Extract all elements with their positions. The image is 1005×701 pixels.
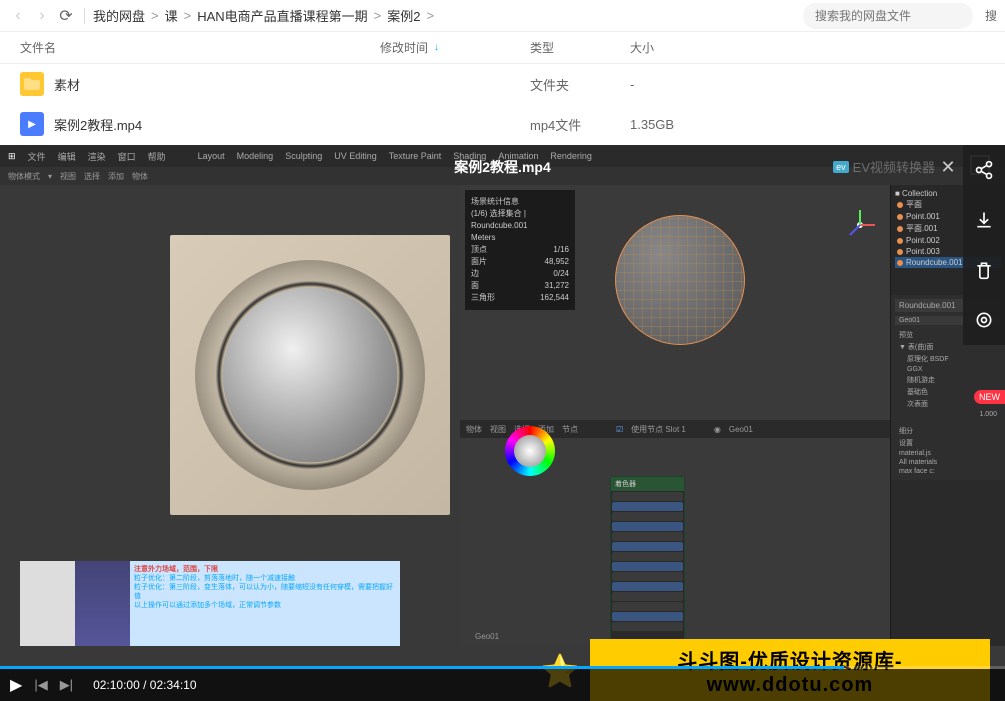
next-button-icon[interactable]: ▶| <box>60 677 73 693</box>
render-preview <box>170 235 450 515</box>
new-badge: NEW <box>974 390 1005 404</box>
tab-item: Modeling <box>237 151 274 161</box>
current-time: 02:10:00 <box>93 678 140 692</box>
node-header: 着色器 <box>611 477 684 491</box>
share-icon[interactable] <box>963 145 1005 195</box>
nav-forward-icon[interactable]: › <box>32 6 52 26</box>
breadcrumb-sep-icon: > <box>427 8 435 23</box>
video-file-icon: ▶ <box>20 112 44 136</box>
refresh-icon[interactable]: ⟳ <box>56 6 76 26</box>
divider <box>84 8 85 24</box>
col-size-header[interactable]: 大小 <box>630 39 1005 56</box>
video-title: 案例2教程.mp4 <box>454 157 550 177</box>
menu-item: 窗口 <box>118 150 136 163</box>
play-button-icon[interactable]: ▶ <box>10 675 22 695</box>
file-type: mp4文件 <box>530 115 630 134</box>
col-time-label: 修改时间 <box>380 39 428 56</box>
prev-button-icon[interactable]: |◀ <box>34 677 47 693</box>
ring-inner <box>223 288 398 463</box>
breadcrumb: 我的网盘 > 课 > HAN电商产品直播课程第一期 > 案例2 > <box>93 6 799 25</box>
breadcrumb-item[interactable]: 我的网盘 <box>93 6 145 25</box>
col-type-header[interactable]: 类型 <box>530 39 630 56</box>
player-controls: ▶ |◀ ▶| 02:10:00 / 02:34:10 <box>0 669 1005 701</box>
wireframe-overlay <box>616 216 744 344</box>
file-size: 1.35GB <box>630 117 1005 132</box>
tab-item: Sculpting <box>285 151 322 161</box>
side-actions <box>963 145 1005 345</box>
delete-icon[interactable] <box>963 245 1005 295</box>
tab-item: Layout <box>198 151 225 161</box>
time-display: 02:10:00 / 02:34:10 <box>93 678 196 692</box>
close-icon[interactable]: ✕ <box>936 155 960 179</box>
viewport-panel: 场景统计信息 (1/6) 选择集合 | Roundcube.001 Meters… <box>460 185 890 646</box>
ring-render <box>195 260 425 490</box>
tab-item: Texture Paint <box>389 151 442 161</box>
tab-item: Rendering <box>550 151 592 161</box>
thumb-notes: 注意外力场域，范围，下限 粒子优化：第二阶段，剪落落地时，随一个减速接触 粒子优… <box>130 561 400 646</box>
menu-item: 渲染 <box>88 150 106 163</box>
axis-gizmo-icon <box>840 205 880 245</box>
menu-item: 编辑 <box>58 150 76 163</box>
material-label: Geo01 <box>475 632 499 641</box>
file-size: - <box>630 77 1005 92</box>
menu-item: 文件 <box>28 150 46 163</box>
col-time-header[interactable]: 修改时间 ↓ <box>380 39 530 56</box>
color-wheel-center <box>514 435 546 467</box>
breadcrumb-item[interactable]: 案例2 <box>387 6 420 25</box>
breadcrumb-item[interactable]: HAN电商产品直播课程第一期 <box>197 6 367 25</box>
thumb-frame <box>20 561 75 646</box>
file-row-video[interactable]: ▶ 案例2教程.mp4 mp4文件 1.35GB <box>0 104 1005 144</box>
search-button[interactable]: 搜 <box>985 7 997 24</box>
ev-icon: ev <box>833 161 849 173</box>
video-player: 案例2教程.mp4 ev EV视频转换器 ✕ ⊞ 文件 编辑 渲染 窗口 帮助 … <box>0 145 1005 701</box>
download-icon[interactable] <box>963 195 1005 245</box>
file-type: 文件夹 <box>530 75 630 94</box>
breadcrumb-sep-icon: > <box>184 8 192 23</box>
sort-arrow-icon: ↓ <box>434 42 439 53</box>
file-name: 素材 <box>54 75 380 94</box>
sphere-object <box>615 215 745 345</box>
tab-item: UV Editing <box>334 151 377 161</box>
col-name-header[interactable]: 文件名 <box>0 39 380 56</box>
breadcrumb-item[interactable]: 课 <box>165 6 178 25</box>
file-row-folder[interactable]: 素材 文件夹 - <box>0 64 1005 104</box>
folder-icon <box>20 72 44 96</box>
menu-item: 帮助 <box>148 150 166 163</box>
search-input[interactable] <box>803 3 973 29</box>
nav-back-icon[interactable]: ‹ <box>8 6 28 26</box>
settings-icon[interactable] <box>963 295 1005 345</box>
top-toolbar: ‹ › ⟳ 我的网盘 > 课 > HAN电商产品直播课程第一期 > 案例2 > … <box>0 0 1005 32</box>
ev-watermark-text: EV视频转换器 <box>853 157 935 176</box>
shader-node: 着色器 <box>610 476 685 641</box>
file-list-header: 文件名 修改时间 ↓ 类型 大小 <box>0 32 1005 64</box>
file-name: 案例2教程.mp4 <box>54 115 380 134</box>
breadcrumb-sep-icon: > <box>151 8 159 23</box>
viewport-3d <box>550 205 830 485</box>
color-wheel <box>505 426 555 476</box>
total-time: 02:34:10 <box>150 678 197 692</box>
thumb-frame <box>75 561 130 646</box>
video-thumbnail-preview: 注意外力场域，范围，下限 粒子优化：第二阶段，剪落落地时，随一个减速接触 粒子优… <box>20 561 400 646</box>
ev-watermark: ev EV视频转换器 <box>833 157 935 176</box>
breadcrumb-sep-icon: > <box>374 8 382 23</box>
